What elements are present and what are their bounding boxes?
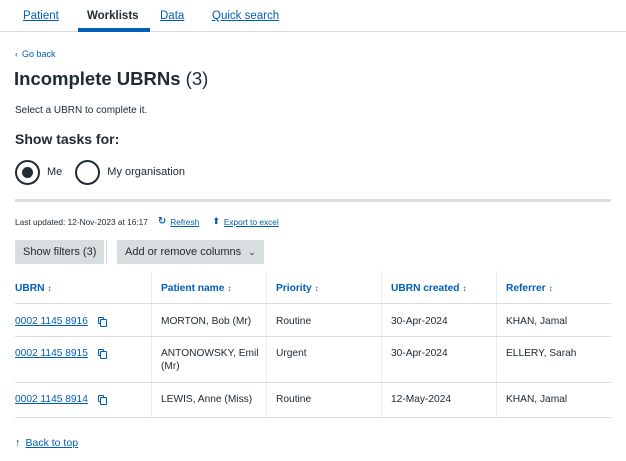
ubrn-created-cell: 12-May-2024 <box>391 394 452 405</box>
ubrn-created-cell: 30-Apr-2024 <box>391 316 448 327</box>
sort-icon: ↕ <box>314 284 319 293</box>
table-row: 0002 1145 8916 MORTON, Bob (Mr) Routine … <box>15 304 611 337</box>
priority-cell: Routine <box>276 394 312 405</box>
tab-patient[interactable]: Patient <box>23 9 59 23</box>
last-updated-text: Last updated: 12-Nov-2023 at 16:17 <box>15 216 148 227</box>
back-to-top-link[interactable]: ↑ Back to top <box>15 437 78 449</box>
table-header-row: UBRN ↕ Patient name ↕ Priority ↕ UBRN creat… <box>15 271 611 304</box>
column-divider <box>496 337 497 382</box>
chevron-down-icon: ⌄ <box>248 246 256 257</box>
column-header-referrer[interactable]: Referrer ↕ <box>506 282 553 295</box>
go-back-label: Go back <box>22 49 56 59</box>
sort-icon: ↕ <box>548 284 553 293</box>
page-title-text: Incomplete UBRNs <box>14 68 181 89</box>
add-remove-columns-button[interactable]: Add or remove columns ⌄ <box>117 240 264 264</box>
show-filters-button[interactable]: Show filters (3) <box>15 240 105 264</box>
column-divider <box>151 271 152 303</box>
section-divider <box>15 199 611 202</box>
referrer-cell: KHAN, Jamal <box>506 316 568 327</box>
column-header-patient-name[interactable]: Patient name ↕ <box>161 282 231 295</box>
column-divider <box>381 383 382 417</box>
ubrn-link[interactable]: 0002 1145 8915 <box>15 347 88 360</box>
refresh-icon: ↻ <box>157 216 167 227</box>
patient-name-cell: MORTON, Bob (Mr) <box>161 316 252 327</box>
column-divider <box>496 304 497 336</box>
active-tab-indicator <box>78 28 150 32</box>
page-subtitle: Select a UBRN to complete it. <box>15 105 148 116</box>
column-header-ubrn-label: UBRN <box>15 283 45 294</box>
show-filters-label: Show filters (3) <box>23 246 97 258</box>
referrer-cell: KHAN, Jamal <box>506 394 568 405</box>
ubrn-created-cell: 30-Apr-2024 <box>391 348 448 359</box>
arrow-up-icon: ↑ <box>15 437 21 449</box>
priority-cell: Urgent <box>276 348 307 359</box>
priority-cell: Routine <box>276 316 312 327</box>
column-header-ubrn[interactable]: UBRN ↕ <box>15 282 51 295</box>
radio-my-organisation-label[interactable]: My organisation <box>107 166 185 178</box>
column-divider <box>381 304 382 336</box>
sort-icon: ↕ <box>462 284 467 293</box>
toolbar-separator <box>106 240 107 264</box>
page-title: Incomplete UBRNs (3) <box>14 67 208 91</box>
radio-me-label[interactable]: Me <box>47 166 62 178</box>
column-divider <box>151 304 152 336</box>
patient-name-cell: LEWIS, Anne (Miss) <box>161 394 253 405</box>
tab-data[interactable]: Data <box>160 9 184 23</box>
export-to-excel-link[interactable]: Export to excel <box>224 217 279 227</box>
back-to-top-label: Back to top <box>25 437 79 449</box>
radio-me[interactable] <box>15 159 40 185</box>
chevron-left-icon: ‹ <box>15 49 18 59</box>
column-divider <box>496 383 497 417</box>
tab-quick-search[interactable]: Quick search <box>212 9 279 23</box>
go-back-link[interactable]: ‹ Go back <box>15 49 56 59</box>
column-header-ubrn-created-label: UBRN created <box>391 283 460 294</box>
copy-icon[interactable] <box>98 395 107 405</box>
copy-icon[interactable] <box>98 317 107 327</box>
last-updated-row: Last updated: 12-Nov-2023 at 16:17 ↻ Ref… <box>15 216 279 227</box>
table-row: 0002 1145 8915 ANTONOWSKY, Emil (Mr) Urg… <box>15 337 611 383</box>
column-divider <box>381 337 382 382</box>
referrer-cell: ELLERY, Sarah <box>506 348 577 359</box>
refresh-link[interactable]: Refresh <box>170 217 199 227</box>
show-tasks-radio-group: Me My organisation <box>15 159 198 185</box>
radio-my-organisation[interactable] <box>75 159 101 185</box>
column-divider <box>266 383 267 417</box>
column-divider <box>151 337 152 382</box>
copy-icon[interactable] <box>98 349 107 359</box>
sort-icon: ↕ <box>227 284 232 293</box>
page-title-count: (3) <box>185 68 209 89</box>
column-header-patient-name-label: Patient name <box>161 283 225 294</box>
sort-icon: ↕ <box>47 284 52 293</box>
tab-worklists[interactable]: Worklists <box>87 9 139 23</box>
column-divider <box>266 271 267 303</box>
ubrn-link[interactable]: 0002 1145 8914 <box>15 393 88 406</box>
column-header-priority[interactable]: Priority ↕ <box>276 282 319 295</box>
column-header-ubrn-created[interactable]: UBRN created ↕ <box>391 282 467 295</box>
show-tasks-label: Show tasks for: <box>15 131 120 147</box>
ubrn-table: UBRN ↕ Patient name ↕ Priority ↕ UBRN creat… <box>15 271 611 418</box>
column-divider <box>266 337 267 382</box>
ubrn-link[interactable]: 0002 1145 8916 <box>15 315 88 328</box>
column-header-priority-label: Priority <box>276 283 312 294</box>
upload-icon: ⬆ <box>212 216 220 226</box>
patient-name-cell: ANTONOWSKY, Emil (Mr) <box>161 348 259 372</box>
column-divider <box>151 383 152 417</box>
column-divider <box>266 304 267 336</box>
table-row: 0002 1145 8914 LEWIS, Anne (Miss) Routin… <box>15 383 611 418</box>
column-divider <box>496 271 497 303</box>
column-header-referrer-label: Referrer <box>506 283 546 294</box>
add-remove-columns-label: Add or remove columns <box>125 246 242 258</box>
column-divider <box>381 271 382 303</box>
top-navigation: Patient Worklists Data Quick search <box>0 0 626 32</box>
